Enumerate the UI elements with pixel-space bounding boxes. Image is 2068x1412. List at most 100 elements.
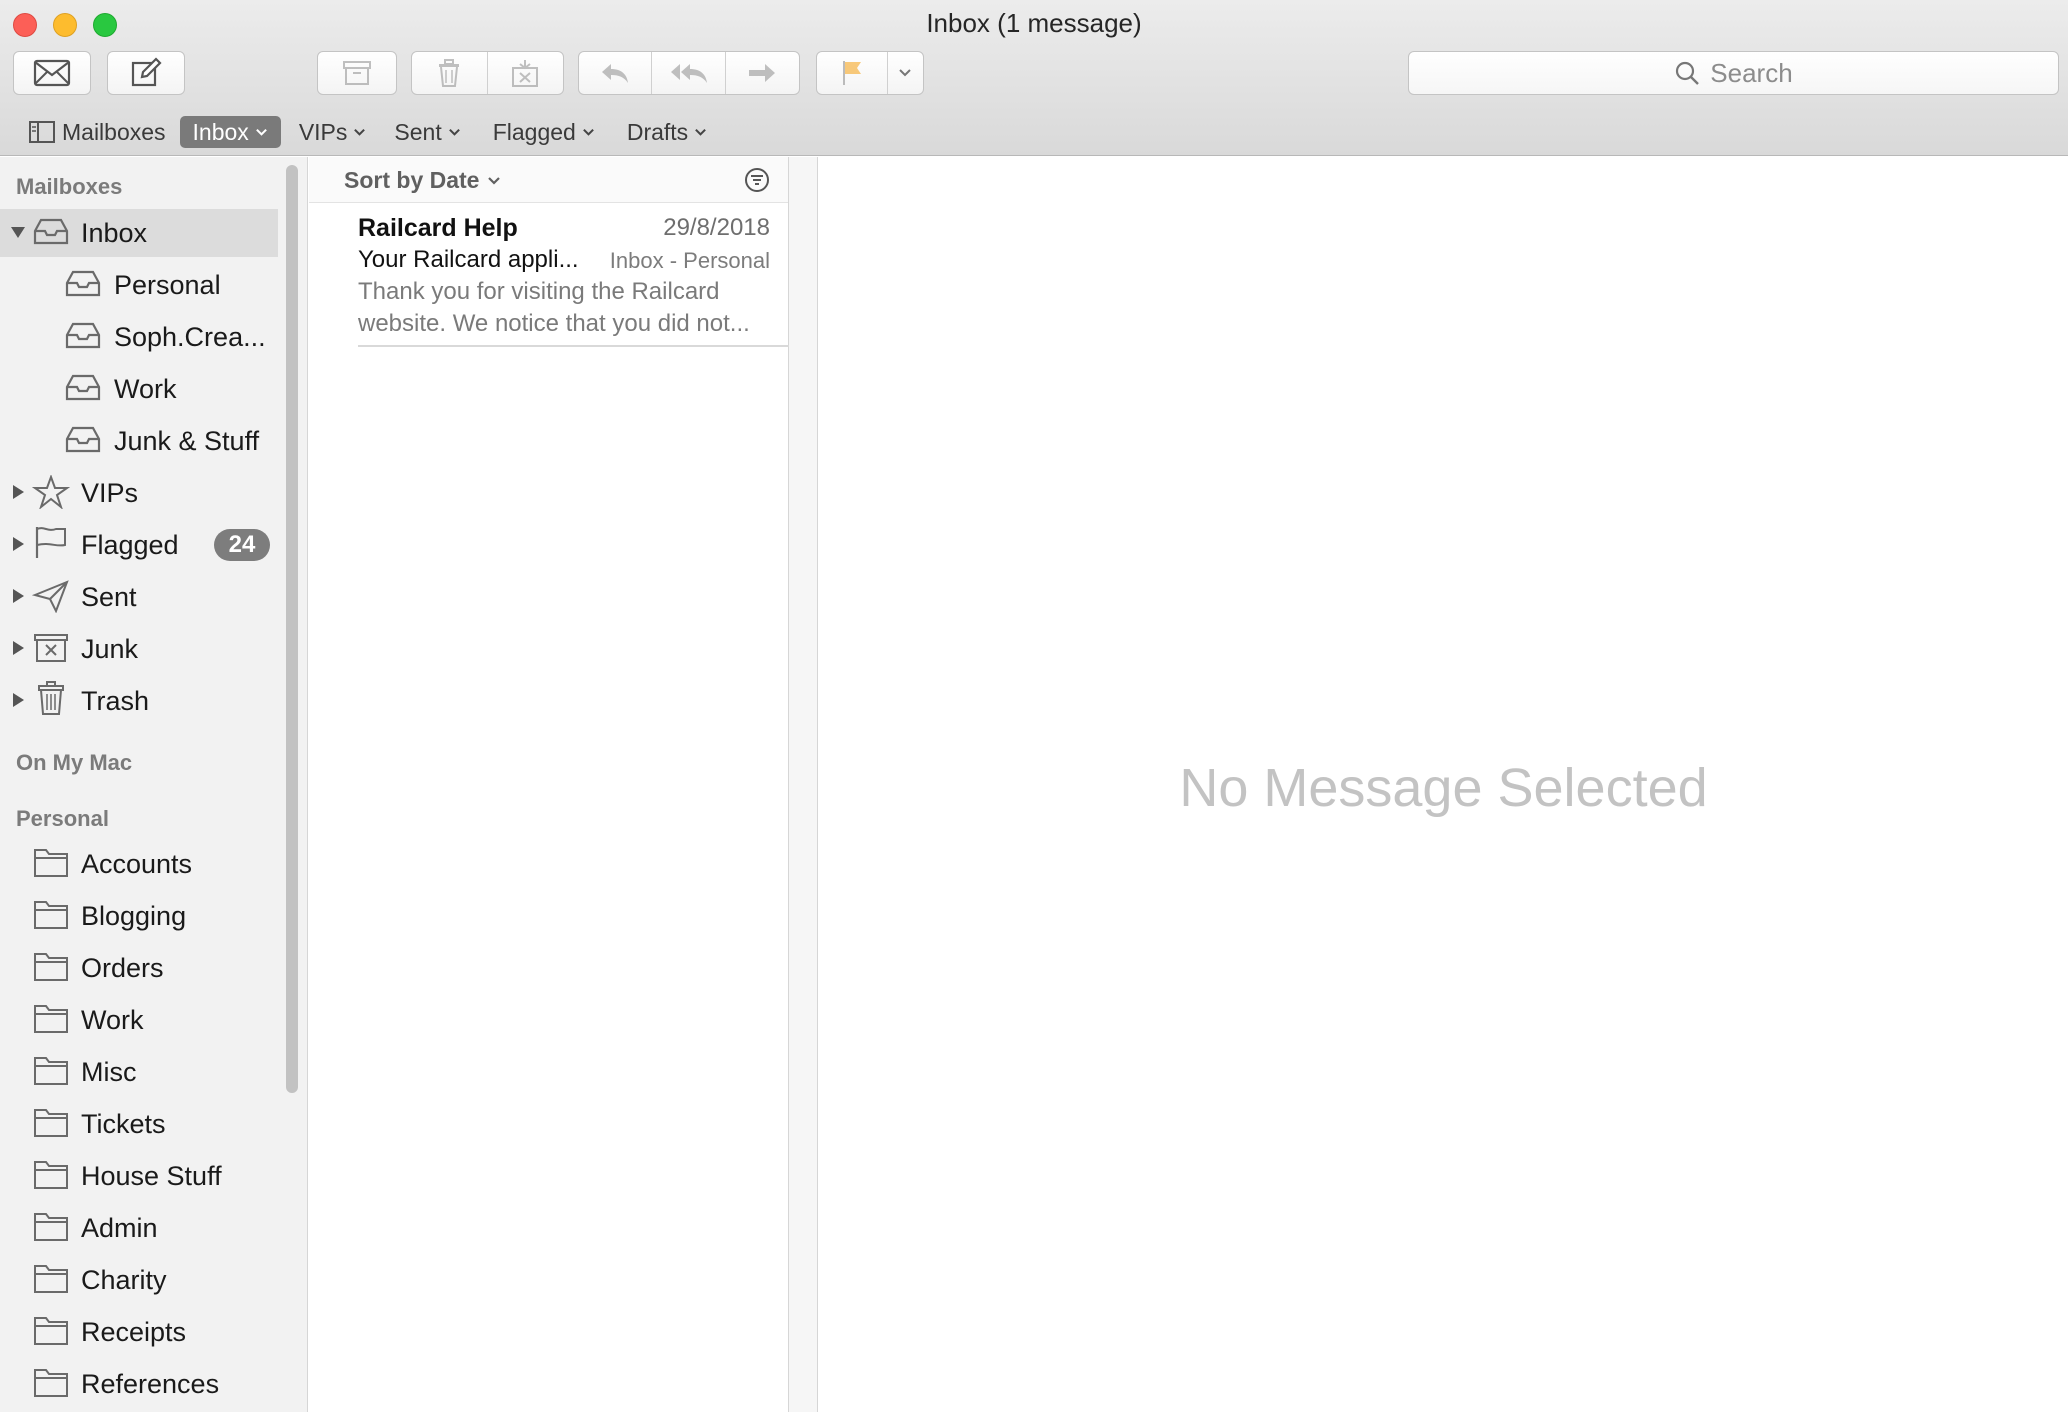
sidebar-item-house-stuff[interactable]: House Stuff: [0, 1152, 278, 1200]
chevron-down-icon: [488, 176, 501, 185]
trash-icon: [38, 681, 64, 715]
sidebar-item-label: Blogging: [81, 900, 187, 931]
sidebar-item-receipts[interactable]: Receipts: [0, 1308, 278, 1356]
flag-menu-button[interactable]: [888, 52, 923, 94]
folder-icon: [34, 1265, 68, 1293]
sidebar-item-label: Receipts: [81, 1316, 187, 1347]
disclosure-collapsed-icon[interactable]: [10, 692, 26, 708]
filter-icon[interactable]: [744, 167, 770, 193]
folder-icon: [34, 1213, 68, 1241]
flag-icon: [35, 527, 66, 558]
sidebar-item-label: Trash: [81, 685, 150, 716]
section-personal[interactable]: Personal: [16, 806, 109, 832]
folder-icon: [34, 1109, 68, 1137]
sidebar-item-soph-crea[interactable]: Soph.Crea...: [0, 313, 278, 361]
message-list-header: Sort by Date: [309, 157, 788, 203]
sidebar-item-label: Junk: [81, 633, 139, 664]
sidebar-item-admin[interactable]: Admin: [0, 1204, 278, 1252]
window-toolbar: Inbox (1 message) Search Mailboxes Inbox…: [0, 0, 2068, 156]
folder-icon: [34, 901, 68, 929]
sort-label: Sort by Date: [344, 167, 480, 193]
fav-mailboxes-label: Mailboxes: [62, 118, 166, 145]
message-row[interactable]: Railcard Help 29/8/2018 Your Railcard ap…: [309, 204, 788, 337]
archive-icon: [343, 61, 371, 85]
star-icon: [32, 475, 70, 509]
fav-vips[interactable]: VIPs: [289, 114, 377, 150]
chevron-down-icon: [899, 69, 912, 77]
folder-icon: [34, 1005, 68, 1033]
inbox-icon: [65, 322, 101, 349]
sidebar-item-junk-stuff[interactable]: Junk & Stuff: [0, 417, 278, 465]
compose-button[interactable]: [107, 51, 185, 95]
sidebar-item-label: References: [81, 1368, 220, 1399]
search-placeholder: Search: [1710, 57, 1793, 88]
fav-mailboxes[interactable]: Mailboxes: [18, 114, 176, 150]
fav-inbox[interactable]: Inbox: [179, 116, 281, 148]
sidebar-item-label: Orders: [81, 952, 164, 983]
sidebar-item-misc[interactable]: Misc: [0, 1048, 278, 1096]
sidebar-item-blogging[interactable]: Blogging: [0, 892, 278, 940]
sidebar-scrollbar[interactable]: [286, 165, 298, 1093]
sidebar-item-sent[interactable]: Sent: [0, 573, 278, 621]
fav-drafts[interactable]: Drafts: [617, 114, 717, 150]
sidebar-item-tickets[interactable]: Tickets: [0, 1100, 278, 1148]
junk-button[interactable]: [488, 52, 564, 94]
disclosure-collapsed-icon[interactable]: [10, 536, 26, 552]
archive-button[interactable]: [317, 51, 397, 95]
section-mailboxes: Mailboxes: [16, 174, 123, 199]
chevron-down-icon: [448, 128, 460, 136]
sidebar-item-trash[interactable]: Trash: [0, 677, 278, 725]
sidebar-item-work-inbox[interactable]: Work: [0, 365, 278, 413]
message-mailbox: Inbox - Personal: [609, 248, 770, 273]
sidebar-item-flagged[interactable]: Flagged 24: [0, 521, 278, 569]
fav-sent[interactable]: Sent: [384, 114, 470, 150]
sidebar-item-charity[interactable]: Charity: [0, 1256, 278, 1304]
inbox-icon: [33, 218, 69, 245]
chevron-down-icon: [354, 128, 366, 136]
sidebar-item-orders[interactable]: Orders: [0, 944, 278, 992]
sidebar-item-references[interactable]: References: [0, 1360, 278, 1408]
fav-sent-label: Sent: [394, 118, 442, 145]
folder-icon: [34, 1057, 68, 1085]
disclosure-expanded-icon[interactable]: [10, 224, 26, 240]
sidebar-item-junk[interactable]: Junk: [0, 625, 278, 673]
search-icon: [1676, 61, 1700, 85]
sidebar-item-label: Inbox: [81, 217, 148, 248]
sidebar-item-personal[interactable]: Personal: [0, 261, 278, 309]
reply-all-button[interactable]: [652, 52, 726, 94]
section-on-my-mac[interactable]: On My Mac: [16, 750, 132, 776]
reply-button[interactable]: [579, 52, 653, 94]
inbox-icon: [65, 374, 101, 401]
sidebar-item-work-folder[interactable]: Work: [0, 996, 278, 1044]
sidebar-item-accounts[interactable]: Accounts: [0, 840, 278, 888]
message-viewer: No Message Selected: [819, 157, 2068, 1412]
get-mail-button[interactable]: [13, 51, 91, 95]
sidebar-item-label: Charity: [81, 1264, 167, 1295]
fav-flagged-label: Flagged: [492, 118, 576, 145]
forward-button[interactable]: [726, 52, 799, 94]
sidebar-item-label: Flagged: [81, 529, 179, 560]
sidebar-item-label: VIPs: [81, 477, 139, 508]
split-divider[interactable]: [789, 157, 818, 1412]
sidebar-item-vips[interactable]: VIPs: [0, 469, 278, 517]
paper-plane-icon: [32, 580, 69, 613]
disclosure-collapsed-icon[interactable]: [10, 588, 26, 604]
sidebar-item-label: Work: [81, 1004, 144, 1035]
folder-icon: [34, 1317, 68, 1345]
reply-segment: [578, 51, 800, 95]
delete-button[interactable]: [412, 52, 488, 94]
flag-button[interactable]: [817, 52, 888, 94]
sort-menu[interactable]: Sort by Date: [344, 167, 501, 194]
disclosure-collapsed-icon[interactable]: [10, 484, 26, 500]
search-field[interactable]: Search: [1408, 51, 2059, 95]
junk-icon: [34, 634, 68, 662]
sidebar-item-label: Work: [114, 373, 177, 404]
junk-icon: [512, 60, 539, 87]
sidebar-item-inbox[interactable]: Inbox: [0, 209, 278, 257]
disclosure-collapsed-icon[interactable]: [10, 640, 26, 656]
sidebar-item-label: Personal: [114, 269, 221, 300]
fav-vips-label: VIPs: [298, 118, 348, 145]
chevron-down-icon: [695, 128, 707, 136]
fav-flagged[interactable]: Flagged: [483, 114, 605, 150]
sidebar-item-label: Junk & Stuff: [114, 425, 260, 456]
